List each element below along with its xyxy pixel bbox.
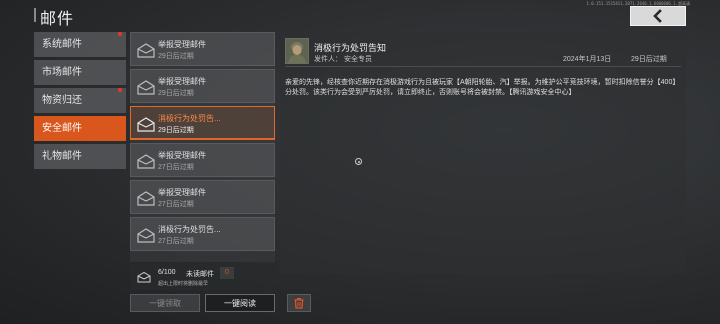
envelope-icon: [137, 80, 155, 95]
mail-list: 举报受理邮件 29日后过期 举报受理邮件 29日后过期 消极行为处罚告... 2…: [130, 32, 275, 262]
sidebar-item-label: 系统邮件: [42, 39, 82, 50]
sidebar-item-label: 礼物邮件: [42, 151, 82, 162]
page-title: 邮件: [40, 11, 75, 28]
mail-expiry: 29日后过期: [631, 56, 667, 63]
mail-subject: 消极行为处罚告...: [158, 114, 221, 123]
mail-counter-panel: 6/100 未读邮件 0 超出上限时将删除最早: [130, 264, 275, 290]
unread-count-badge: 0: [220, 267, 234, 279]
envelope-icon: [137, 43, 155, 58]
list-item[interactable]: 举报受理邮件 27日后过期: [130, 180, 275, 214]
mail-subject: 消极行为处罚告...: [158, 225, 221, 234]
list-item[interactable]: 举报受理邮件 27日后过期: [130, 143, 275, 177]
envelope-icon: [137, 154, 155, 169]
mail-date: 2024年1月13日: [563, 56, 612, 63]
top-bar: 邮件 1.0.151.1515411.2071.2640.1.6060606.1…: [0, 0, 720, 30]
envelope-icon: [137, 191, 155, 206]
mail-expiry: 27日后过期: [158, 201, 194, 208]
divider: [285, 66, 681, 67]
mail-category-sidebar: 系统邮件 市场邮件 物资归还 安全邮件 礼物邮件: [34, 32, 126, 172]
mail-subject: 举报受理邮件: [158, 40, 206, 49]
mail-body: 亲爱的先锋，经核查你近期存在消极游戏行为且被玩家【A朝阳轮胎、汽】举报。为维护公…: [285, 79, 680, 96]
storage-limit-note: 超出上限时将删除最早: [158, 281, 209, 287]
envelope-icon: [137, 271, 151, 283]
list-item-selected[interactable]: 消极行为处罚告... 29日后过期: [130, 106, 275, 140]
envelope-open-icon: [137, 117, 155, 132]
chevron-left-icon: [653, 9, 662, 23]
sender-avatar: [285, 38, 309, 64]
mail-expiry: 29日后过期: [158, 53, 194, 60]
sidebar-item-gift-mail[interactable]: 礼物邮件: [34, 144, 126, 169]
mail-expiry: 29日后过期: [158, 90, 194, 97]
list-item[interactable]: 消极行为处罚告... 27日后过期: [130, 217, 275, 251]
sidebar-item-market-mail[interactable]: 市场邮件: [34, 60, 126, 85]
mail-count: 6/100: [158, 269, 176, 276]
sidebar-item-label: 物资归还: [42, 95, 82, 106]
sidebar-item-label: 市场邮件: [42, 67, 82, 78]
sidebar-item-system-mail[interactable]: 系统邮件: [34, 32, 126, 57]
mail-detail-panel: 消极行为处罚告知 发件人： 安全专员 2024年1月13日 29日后过期 亲爱的…: [280, 32, 686, 274]
list-item[interactable]: 举报受理邮件 29日后过期: [130, 69, 275, 103]
read-all-button[interactable]: 一键阅读: [205, 294, 275, 312]
mail-expiry: 27日后过期: [158, 164, 194, 171]
title-accent-mark: [34, 8, 36, 22]
sidebar-item-label: 安全邮件: [42, 123, 82, 134]
unread-dot: [118, 32, 122, 36]
unread-dot: [118, 88, 122, 92]
unread-label: 未读邮件: [186, 271, 214, 278]
mail-subject: 举报受理邮件: [158, 188, 206, 197]
list-item[interactable]: 举报受理邮件 29日后过期: [130, 32, 275, 66]
mail-expiry: 29日后过期: [158, 127, 194, 134]
sidebar-item-security-mail[interactable]: 安全邮件: [34, 116, 126, 141]
mail-title: 消极行为处罚告知: [314, 43, 387, 53]
sidebar-item-item-return[interactable]: 物资归还: [34, 88, 126, 113]
back-button[interactable]: [630, 6, 686, 26]
mail-subject: 举报受理邮件: [158, 77, 206, 86]
delete-button[interactable]: [287, 294, 311, 312]
cursor-marker: [355, 158, 362, 165]
claim-all-button[interactable]: 一键领取: [130, 294, 200, 312]
trash-icon: [294, 297, 304, 309]
envelope-icon: [137, 228, 155, 243]
mail-expiry: 27日后过期: [158, 238, 194, 245]
mail-subject: 举报受理邮件: [158, 151, 206, 160]
sender-label: 发件人：: [314, 56, 342, 63]
sender-name: 安全专员: [344, 56, 372, 63]
